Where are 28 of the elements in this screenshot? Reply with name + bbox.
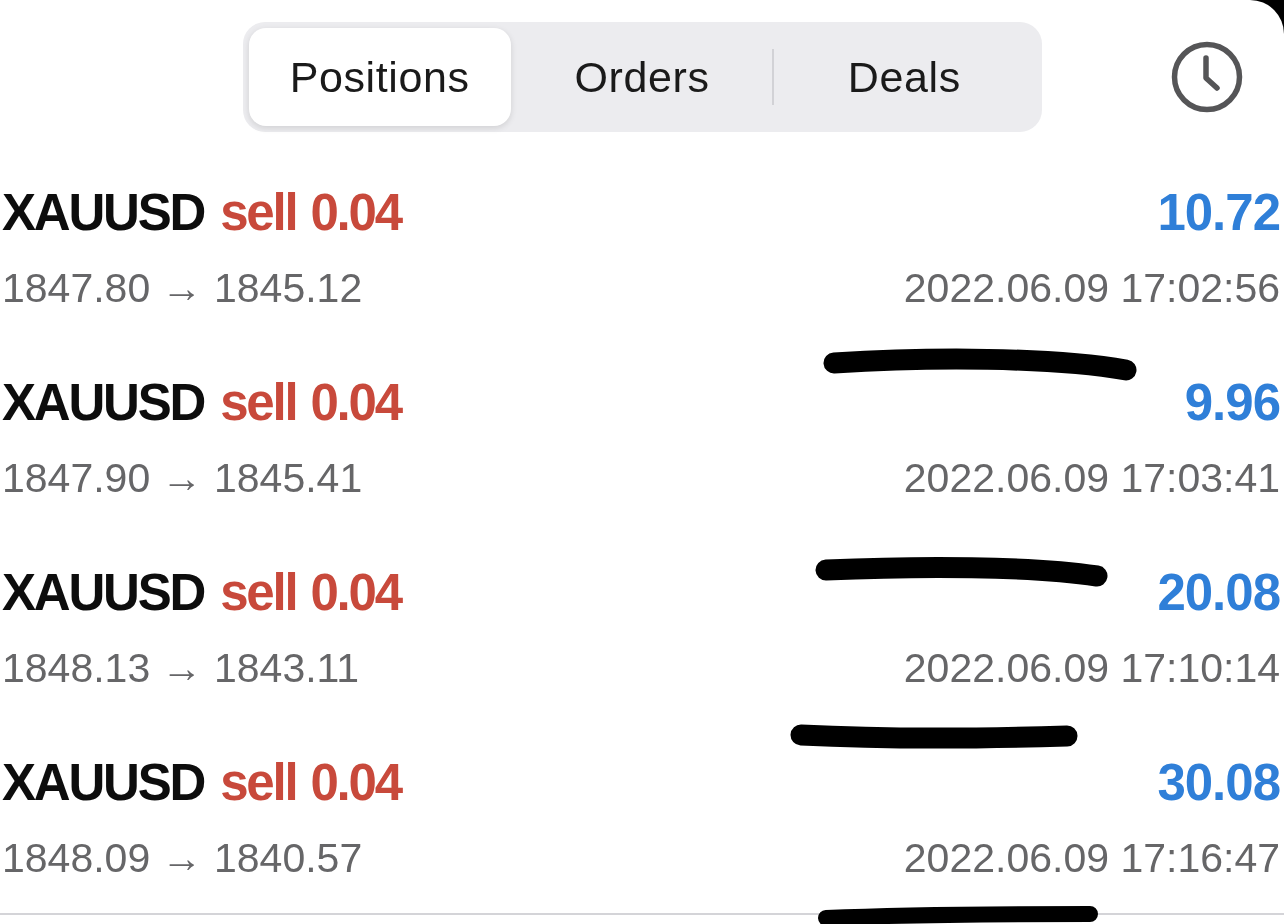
trade-side-text: sell (220, 755, 297, 811)
symbol-text: XAUUSD (2, 185, 205, 241)
profit-text: 30.08 (1157, 755, 1280, 811)
symbol-text: XAUUSD (2, 375, 205, 431)
clock-icon[interactable] (1171, 41, 1243, 113)
symbol-text: XAUUSD (2, 755, 205, 811)
symbol-text: XAUUSD (2, 565, 205, 621)
profit-text: 20.08 (1157, 565, 1280, 621)
tab[interactable]: Positions (248, 28, 511, 126)
time-text: 2022.06.09 17:03:41 (903, 454, 1280, 503)
price-change-text: 1847.90 → 1845.41 (2, 454, 364, 503)
trade-side-text: sell (220, 185, 297, 241)
time-text: 2022.06.09 17:02:56 (903, 264, 1280, 313)
tab[interactable]: Deals (773, 28, 1036, 126)
profit-text: 10.72 (1157, 185, 1280, 241)
volume-text: 0.04 (310, 185, 401, 241)
volume-text: 0.04 (310, 565, 401, 621)
profit-text: 9.96 (1184, 375, 1280, 431)
time-text: 2022.06.09 17:16:47 (903, 834, 1280, 883)
volume-text: 0.04 (310, 755, 401, 811)
trade-side-text: sell (220, 565, 297, 621)
price-change-text: 1847.80 → 1845.12 (2, 264, 364, 313)
price-change-text: 1848.13 → 1843.11 (2, 644, 361, 693)
price-change-text: 1848.09 → 1840.57 (2, 834, 364, 883)
tab[interactable]: Orders (510, 28, 774, 126)
volume-text: 0.04 (310, 375, 401, 431)
trade-side-text: sell (220, 375, 297, 431)
time-text: 2022.06.09 17:10:14 (903, 644, 1280, 693)
